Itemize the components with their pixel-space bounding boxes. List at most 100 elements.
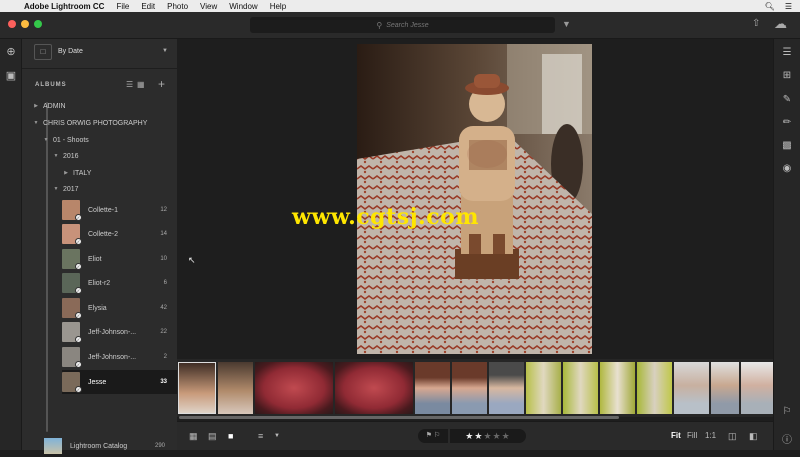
photo-grid-icon[interactable]: ▤: [208, 431, 217, 442]
before-after-icon[interactable]: ◧: [749, 431, 758, 442]
zoom-1-1-button[interactable]: 1:1: [705, 431, 716, 440]
filmstrip-thumb[interactable]: [218, 362, 253, 414]
tree-label: CHRIS ORWIG PHOTOGRAPHY: [43, 119, 148, 127]
zoom-fill-button[interactable]: Fill: [687, 431, 697, 440]
zoom-fit-button[interactable]: Fit: [671, 431, 681, 440]
linear-gradient-icon[interactable]: ▩: [780, 140, 794, 154]
add-album-icon[interactable]: +: [158, 77, 165, 91]
album-thumbnail: ✓: [62, 200, 82, 221]
flag-buttons[interactable]: ⚑ ⚐: [418, 429, 448, 443]
tree-item-shoots[interactable]: ▼ 01 - Shoots: [22, 133, 177, 147]
menu-edit[interactable]: Edit: [141, 2, 155, 11]
zoom-window-button[interactable]: [34, 20, 42, 28]
healing-brush-icon[interactable]: ✎: [780, 94, 794, 108]
chevron-down-icon[interactable]: ▼: [52, 153, 60, 159]
filmstrip-thumb[interactable]: [563, 362, 598, 414]
star-rating[interactable]: ★★★★★: [450, 429, 526, 443]
tree-item-italy[interactable]: ▶ ITALY: [22, 166, 177, 180]
filmstrip-thumb[interactable]: [674, 362, 709, 414]
album-label: Jeff-Johnson-...: [88, 353, 137, 361]
filmstrip-thumb[interactable]: [526, 362, 561, 414]
chevron-down-icon[interactable]: ▼: [162, 48, 168, 54]
sort-icon[interactable]: □: [34, 44, 52, 60]
crop-icon[interactable]: ⊞: [780, 70, 794, 84]
sort-dropdown[interactable]: By Date: [58, 48, 83, 55]
menu-help[interactable]: Help: [270, 2, 286, 11]
chevron-down-icon[interactable]: ▼: [52, 186, 60, 192]
synced-icon: ✓: [75, 287, 82, 294]
filmstrip-thumb[interactable]: [415, 362, 450, 414]
chevron-down-icon[interactable]: ▼: [274, 433, 280, 439]
chevron-down-icon[interactable]: ▼: [32, 120, 40, 126]
album-eliot[interactable]: ✓ Eliot 10: [62, 247, 177, 271]
reject-flag-icon[interactable]: ⚐: [434, 432, 440, 439]
filter-icon[interactable]: ▼: [562, 19, 571, 29]
bottom-toolbar: ▦ ▤ ■ ≡ ▼ ⚑ ⚐ ★★★★★ Fit Fill 1:1 ◫ ◧: [177, 421, 773, 450]
figurine-photo: [357, 44, 592, 354]
star-3-icon[interactable]: ★: [483, 431, 492, 441]
album-elysia[interactable]: ✓ Elysia 42: [62, 296, 177, 320]
chevron-down-icon[interactable]: ▼: [42, 137, 50, 143]
star-1-icon[interactable]: ★: [465, 431, 474, 441]
my-photos-icon[interactable]: ▣: [4, 69, 18, 83]
album-label: Eliot-r2: [88, 279, 111, 287]
tree-label: 2017: [63, 185, 79, 193]
album-count: 14: [160, 231, 167, 237]
menu-window[interactable]: Window: [229, 2, 257, 11]
compare-icon[interactable]: ◫: [728, 431, 737, 442]
main-photo[interactable]: [357, 44, 592, 354]
keyword-tag-icon[interactable]: ⚐: [780, 406, 794, 420]
cloud-sync-icon[interactable]: ☁: [774, 16, 787, 32]
close-window-button[interactable]: [8, 20, 16, 28]
album-jeff-johnson-2[interactable]: ✓ Jeff-Johnson-... 2: [62, 345, 177, 369]
tree-item-admin[interactable]: ▶ ADMIN: [22, 99, 177, 113]
search-input[interactable]: ⚲ Search Jesse: [250, 17, 555, 33]
brush-icon[interactable]: ✏: [780, 117, 794, 131]
album-eliot-r2[interactable]: ✓ Eliot-r2 6: [62, 271, 177, 295]
chevron-right-icon[interactable]: ▶: [32, 103, 40, 109]
pick-flag-icon[interactable]: ⚑: [426, 432, 432, 439]
filmstrip-thumb[interactable]: [600, 362, 635, 414]
notification-icon[interactable]: ☰: [785, 2, 792, 11]
menu-photo[interactable]: Photo: [167, 2, 188, 11]
filmstrip-thumb[interactable]: [335, 362, 413, 414]
filmstrip-scrollbar[interactable]: [179, 416, 619, 419]
tree-item-2016[interactable]: ▼ 2016: [22, 149, 177, 163]
album-jesse[interactable]: ✓ Jesse 33: [62, 370, 177, 394]
filmstrip-thumb[interactable]: [711, 362, 739, 414]
album-label: Elysia: [88, 304, 107, 312]
album-collette-1[interactable]: ✓ Collette-1 12: [62, 198, 177, 222]
filmstrip-thumb[interactable]: [178, 362, 216, 414]
album-collette-2[interactable]: ✓ Collette-2 14: [62, 222, 177, 246]
detail-view-icon[interactable]: ■: [228, 431, 233, 441]
radial-gradient-icon[interactable]: ◉: [780, 163, 794, 177]
filmstrip-thumb[interactable]: [741, 362, 773, 414]
square-grid-icon[interactable]: ▦: [189, 431, 198, 442]
star-4-icon[interactable]: ★: [493, 431, 502, 441]
tree-label: ITALY: [73, 169, 92, 177]
album-jeff-johnson-1[interactable]: ✓ Jeff-Johnson-... 22: [62, 320, 177, 344]
filmstrip-thumb[interactable]: [637, 362, 672, 414]
menu-file[interactable]: File: [116, 2, 129, 11]
tree-item-chris-orwig[interactable]: ▼ CHRIS ORWIG PHOTOGRAPHY: [22, 116, 177, 130]
lightroom-catalog[interactable]: Lightroom Catalog 290: [44, 435, 177, 457]
tree-item-2017[interactable]: ▼ 2017: [22, 182, 177, 196]
chevron-right-icon[interactable]: ▶: [62, 170, 70, 176]
sort-options-icon[interactable]: ≡: [258, 431, 263, 441]
filmstrip-thumb[interactable]: [489, 362, 524, 414]
spotlight-icon[interactable]: 🔍︎: [765, 2, 775, 11]
menu-view[interactable]: View: [200, 2, 217, 11]
add-photos-icon[interactable]: ⊕: [4, 45, 18, 59]
filmstrip-thumb[interactable]: [255, 362, 333, 414]
star-5-icon[interactable]: ★: [502, 431, 511, 441]
list-view-icon[interactable]: ☰: [126, 80, 133, 89]
divider: [22, 68, 177, 69]
grid-view-icon[interactable]: ▦: [137, 80, 145, 89]
edit-sliders-icon[interactable]: ☰: [780, 47, 794, 61]
album-thumbnail: ✓: [62, 224, 82, 245]
share-icon[interactable]: ⇧: [752, 18, 760, 29]
filmstrip-thumb[interactable]: [452, 362, 487, 414]
minimize-window-button[interactable]: [21, 20, 29, 28]
app-menu[interactable]: Adobe Lightroom CC: [24, 2, 104, 11]
info-icon[interactable]: ⓘ: [780, 431, 794, 446]
